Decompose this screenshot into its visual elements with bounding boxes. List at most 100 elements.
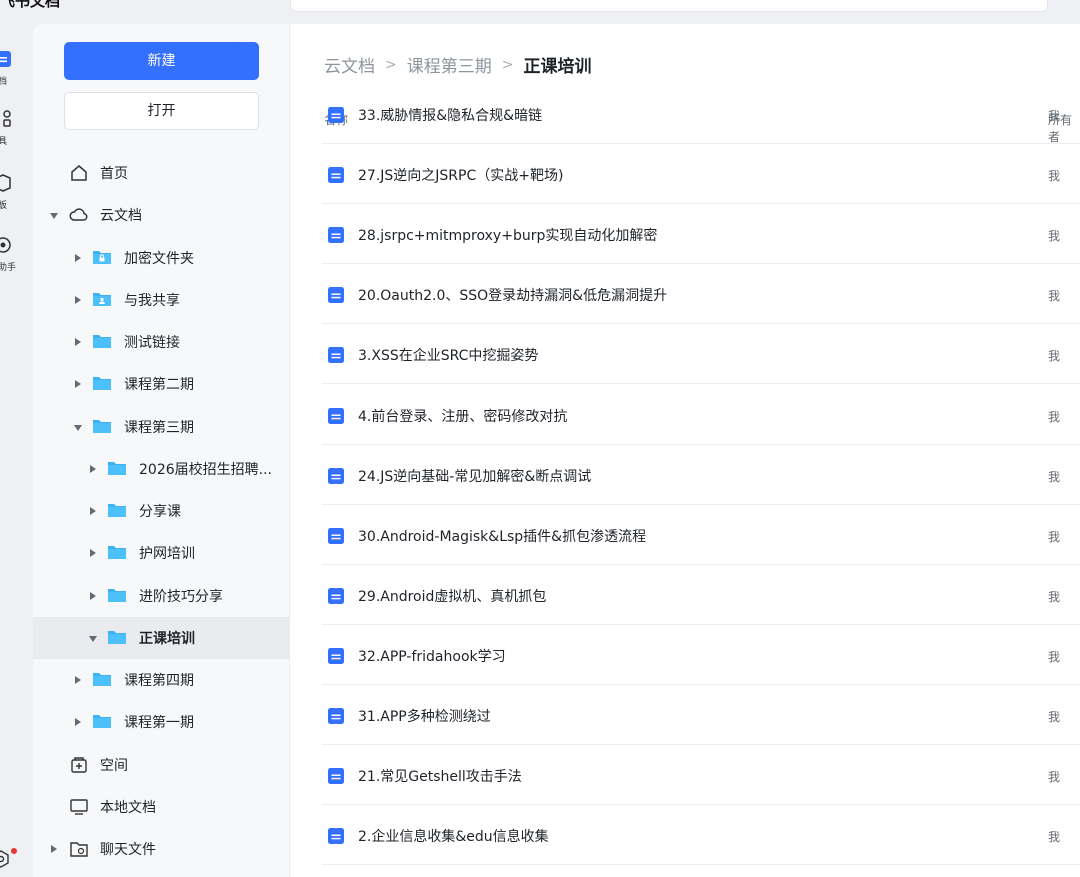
sidebar-item[interactable]: 护网培训 xyxy=(33,532,290,574)
lock-folder-icon xyxy=(92,249,112,267)
sidebar-item[interactable]: 课程第二期 xyxy=(33,363,290,405)
sidebar: 新建 打开 首页云文档加密文件夹 与我共享 测试链接课程第二期课程第三期 2026届校… xyxy=(33,24,290,877)
file-row[interactable]: 3.XSS在企业SRC中挖掘姿势 我 xyxy=(322,324,1080,385)
doc-icon xyxy=(328,347,344,364)
chevron-right-icon[interactable] xyxy=(75,380,81,389)
file-title: 2.企业信息收集&edu信息收集 xyxy=(358,829,549,846)
chevron-right-icon[interactable] xyxy=(75,338,81,346)
shared-folder-icon xyxy=(92,291,112,309)
file-title: 32.APP-fridahook学习 xyxy=(358,648,506,665)
file-row[interactable]: 30.Android-Magisk&Lsp插件&抓包渗透流程 我 xyxy=(322,505,1080,565)
chevron-right-icon[interactable] xyxy=(75,295,81,304)
sidebar-item[interactable]: 首页 xyxy=(33,152,290,194)
sidebar-item-label: 云文档 xyxy=(100,208,142,225)
file-row[interactable]: 24.JS逆向基础-常见加解密&断点调试 我 xyxy=(322,445,1080,505)
chevron-right-icon[interactable] xyxy=(90,549,96,558)
file-row[interactable]: 31.APP多种检测绕过 我 xyxy=(322,685,1080,745)
chevron-right-icon[interactable] xyxy=(90,591,96,600)
sidebar-item[interactable]: 进阶技巧分享 xyxy=(33,575,290,617)
file-title: 3.XSS在企业SRC中挖掘姿势 xyxy=(358,348,539,365)
notification-dot xyxy=(11,848,17,854)
search-input[interactable] xyxy=(290,0,1048,12)
file-title: 4.前台登录、注册、密码修改对抗 xyxy=(358,408,568,425)
sidebar-item-label: 2026届校招生招聘... xyxy=(139,461,272,478)
sidebar-item[interactable]: 2026届校招生招聘... xyxy=(33,448,290,490)
file-owner: 我 xyxy=(1048,589,1061,604)
sidebar-item-label: 空间 xyxy=(100,757,128,774)
chevron-right-icon[interactable] xyxy=(90,464,96,473)
folder-icon xyxy=(107,629,127,647)
sidebar-item[interactable]: 加密文件夹 xyxy=(33,237,290,279)
template-icon xyxy=(0,174,11,192)
rail-label: 助手 xyxy=(0,263,17,273)
doc-icon xyxy=(0,51,11,67)
sidebar-item[interactable]: 正课培训 xyxy=(33,616,290,659)
sidebar-item[interactable]: 测试链接 xyxy=(33,321,290,363)
new-button[interactable]: 新建 xyxy=(64,42,259,80)
sidebar-item[interactable]: 本地文档 xyxy=(33,786,290,828)
file-title: 30.Android-Magisk&Lsp插件&抓包渗透流程 xyxy=(358,528,647,545)
file-row[interactable]: 28.jsrpc+mitmproxy+burp实现自动化加解密 我 xyxy=(322,204,1080,265)
sidebar-item-label: 进阶技巧分享 xyxy=(139,588,223,605)
sidebar-item[interactable]: 课程第三期 xyxy=(33,406,290,448)
rail-item-assistant[interactable]: 助手 xyxy=(0,236,33,292)
file-row[interactable]: 20.Oauth2.0、SSO登录劫持漏洞&低危漏洞提升 我 xyxy=(322,264,1080,325)
breadcrumb-item[interactable]: 云文档 xyxy=(324,52,375,77)
chevron-right-icon[interactable] xyxy=(75,676,81,684)
chevron-right-icon[interactable] xyxy=(75,253,81,262)
file-owner: 我 xyxy=(1048,469,1061,484)
file-row[interactable]: 2.企业信息收集&edu信息收集 我 xyxy=(322,805,1080,866)
home-icon xyxy=(69,164,89,182)
file-row[interactable]: 4.前台登录、注册、密码修改对抗 我 xyxy=(322,385,1080,445)
chevron-down-icon[interactable] xyxy=(89,635,97,642)
sidebar-item[interactable]: 聊天文件 xyxy=(33,828,290,870)
file-row[interactable]: 32.APP-fridahook学习 我 xyxy=(322,625,1080,685)
folder-icon xyxy=(107,544,127,562)
sidebar-item-label: 课程第三期 xyxy=(124,419,194,436)
rail-item-docs[interactable]: 档 xyxy=(0,50,33,106)
sidebar-item[interactable]: 分享课 xyxy=(33,490,290,532)
file-row[interactable]: 29.Android虚拟机、真机抓包 我 xyxy=(322,565,1080,625)
sidebar-item-label: 课程第一期 xyxy=(124,715,194,732)
chevron-down-icon[interactable] xyxy=(74,424,82,431)
chevron-down-icon[interactable] xyxy=(50,213,58,220)
file-row[interactable]: 21.常见Getshell攻击手法 我 xyxy=(322,745,1080,806)
file-title: 27.JS逆向之JSRPC（实战+靶场) xyxy=(358,168,564,185)
doc-icon xyxy=(328,107,344,123)
sidebar-item-label: 聊天文件 xyxy=(100,842,156,858)
file-owner: 我 xyxy=(1048,529,1061,544)
sidebar-item[interactable]: 课程第一期 xyxy=(33,701,290,743)
app-title: 飞书文档 xyxy=(0,0,61,10)
rail-item-templates[interactable]: 板 xyxy=(0,174,33,230)
chevron-right-icon[interactable] xyxy=(90,507,96,515)
file-title: 21.常见Getshell攻击手法 xyxy=(358,769,522,786)
chevron-right-icon: > xyxy=(385,56,397,73)
breadcrumb-item[interactable]: 课程第三期 xyxy=(407,52,492,77)
file-row[interactable]: 33.威胁情报&隐私合规&暗链 我 xyxy=(322,84,1080,144)
file-row[interactable]: 27.JS逆向之JSRPC（实战+靶场) 我 xyxy=(322,144,1080,205)
folder-icon xyxy=(107,460,127,478)
chevron-right-icon[interactable] xyxy=(75,718,81,727)
sidebar-item-label: 课程第二期 xyxy=(124,377,194,394)
file-title: 20.Oauth2.0、SSO登录劫持漏洞&低危漏洞提升 xyxy=(358,288,668,305)
settings-icon[interactable] xyxy=(0,850,10,868)
chevron-right-icon[interactable] xyxy=(51,845,57,853)
doc-icon xyxy=(328,647,344,664)
open-button[interactable]: 打开 xyxy=(64,92,259,130)
folder-icon xyxy=(92,671,112,689)
doc-icon xyxy=(328,768,344,785)
breadcrumb-current: 正课培训 xyxy=(523,57,592,77)
sidebar-item[interactable]: 课程第四期 xyxy=(33,659,290,701)
sidebar-item[interactable]: 云文档 xyxy=(33,194,290,236)
file-owner: 我 xyxy=(1048,229,1061,244)
file-title: 28.jsrpc+mitmproxy+burp实现自动化加解密 xyxy=(358,228,658,245)
cloud-icon xyxy=(69,206,89,224)
doc-icon xyxy=(328,527,344,544)
folder-icon xyxy=(107,502,127,520)
sidebar-item[interactable]: 与我共享 xyxy=(33,279,290,321)
rail-item-tools[interactable]: 具 xyxy=(0,110,33,166)
rail-label: 档 xyxy=(0,77,8,87)
sidebar-item-label: 护网培训 xyxy=(139,546,195,563)
sidebar-item[interactable]: 空间 xyxy=(33,744,290,786)
doc-icon xyxy=(328,587,344,604)
